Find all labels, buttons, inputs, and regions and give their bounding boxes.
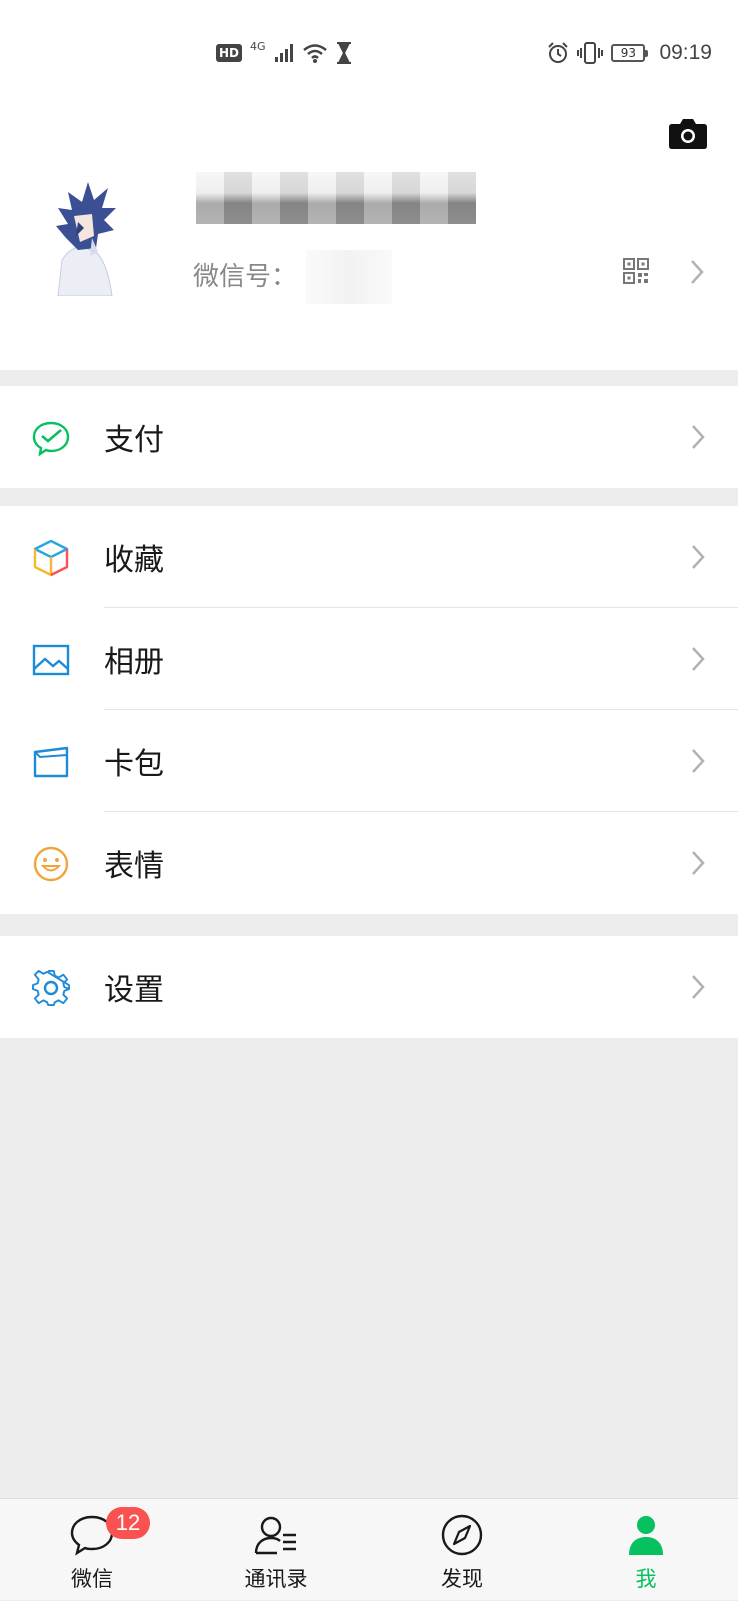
- chevron-right-icon[interactable]: [689, 258, 705, 286]
- favorites-cube-icon: [33, 539, 69, 577]
- vibrate-icon: [577, 42, 604, 64]
- menu-item-pay[interactable]: 支付: [0, 386, 738, 488]
- qr-code-icon[interactable]: [623, 258, 649, 284]
- menu-label-settings: 设置: [104, 973, 164, 1008]
- chevron-right-icon: [692, 425, 705, 449]
- avatar[interactable]: [52, 178, 116, 296]
- tab-label-contacts: 通讯录: [244, 1567, 308, 1591]
- menu-group-settings: 设置: [0, 936, 738, 1038]
- menu-item-stickers[interactable]: 表情: [0, 812, 738, 914]
- person-icon: [629, 1516, 663, 1555]
- smiley-icon: [33, 846, 69, 882]
- menu-label-stickers: 表情: [104, 849, 164, 884]
- wechat-id-redacted: [306, 250, 392, 304]
- tab-contacts[interactable]: 通讯录: [216, 1499, 336, 1601]
- tab-label-chats: 微信: [71, 1567, 113, 1591]
- tab-me[interactable]: 我: [586, 1499, 706, 1601]
- menu-label-album: 相册: [104, 645, 164, 680]
- hourglass-icon: [336, 42, 351, 64]
- status-left: HD 4G: [216, 38, 352, 68]
- nickname-redacted: [196, 172, 476, 224]
- wechat-id-label: 微信号：: [193, 262, 298, 292]
- menu-group-pay: 支付: [0, 386, 738, 488]
- signal-icon: [274, 44, 293, 62]
- tab-label-me: 我: [635, 1567, 657, 1591]
- menu-item-settings[interactable]: 设置: [0, 936, 738, 1038]
- menu-item-album[interactable]: 相册: [0, 608, 738, 710]
- camera-icon[interactable]: [668, 116, 708, 150]
- contacts-icon: [254, 1516, 296, 1555]
- menu-item-card-pack[interactable]: 卡包: [0, 710, 738, 812]
- chevron-right-icon: [692, 647, 705, 671]
- wifi-icon: [302, 44, 327, 63]
- network-type: 4G: [250, 40, 266, 53]
- menu-group-main: 收藏 相册 卡包 表情: [0, 506, 738, 914]
- menu-label-pay: 支付: [104, 423, 164, 458]
- battery-indicator: 93: [611, 44, 649, 62]
- chevron-right-icon: [692, 975, 705, 999]
- menu-label-favorites: 收藏: [104, 543, 164, 578]
- tab-discover[interactable]: 发现: [402, 1499, 522, 1601]
- gear-icon: [32, 969, 70, 1007]
- pay-icon: [32, 421, 70, 457]
- chevron-right-icon: [692, 545, 705, 569]
- chevron-right-icon: [692, 749, 705, 773]
- menu-item-favorites[interactable]: 收藏: [0, 506, 738, 608]
- status-bar: HD 4G 93 09:19: [0, 0, 738, 100]
- profile-header[interactable]: 微信号：: [0, 100, 738, 370]
- tab-chats[interactable]: 12 微信: [32, 1499, 152, 1601]
- menu-label-card-pack: 卡包: [104, 747, 164, 782]
- chevron-right-icon: [692, 851, 705, 875]
- card-pack-icon: [33, 746, 69, 778]
- unread-badge: 12: [106, 1507, 150, 1539]
- compass-icon: [441, 1514, 483, 1556]
- hd-voice-badge: HD: [216, 44, 243, 62]
- album-picture-icon: [32, 644, 70, 676]
- alarm-icon: [548, 42, 569, 63]
- tab-label-discover: 发现: [441, 1567, 483, 1591]
- status-right: 93 09:19: [547, 38, 712, 68]
- bottom-tab-bar: 12 微信 通讯录 发现 我: [0, 1498, 738, 1600]
- status-time: 09:19: [659, 41, 712, 64]
